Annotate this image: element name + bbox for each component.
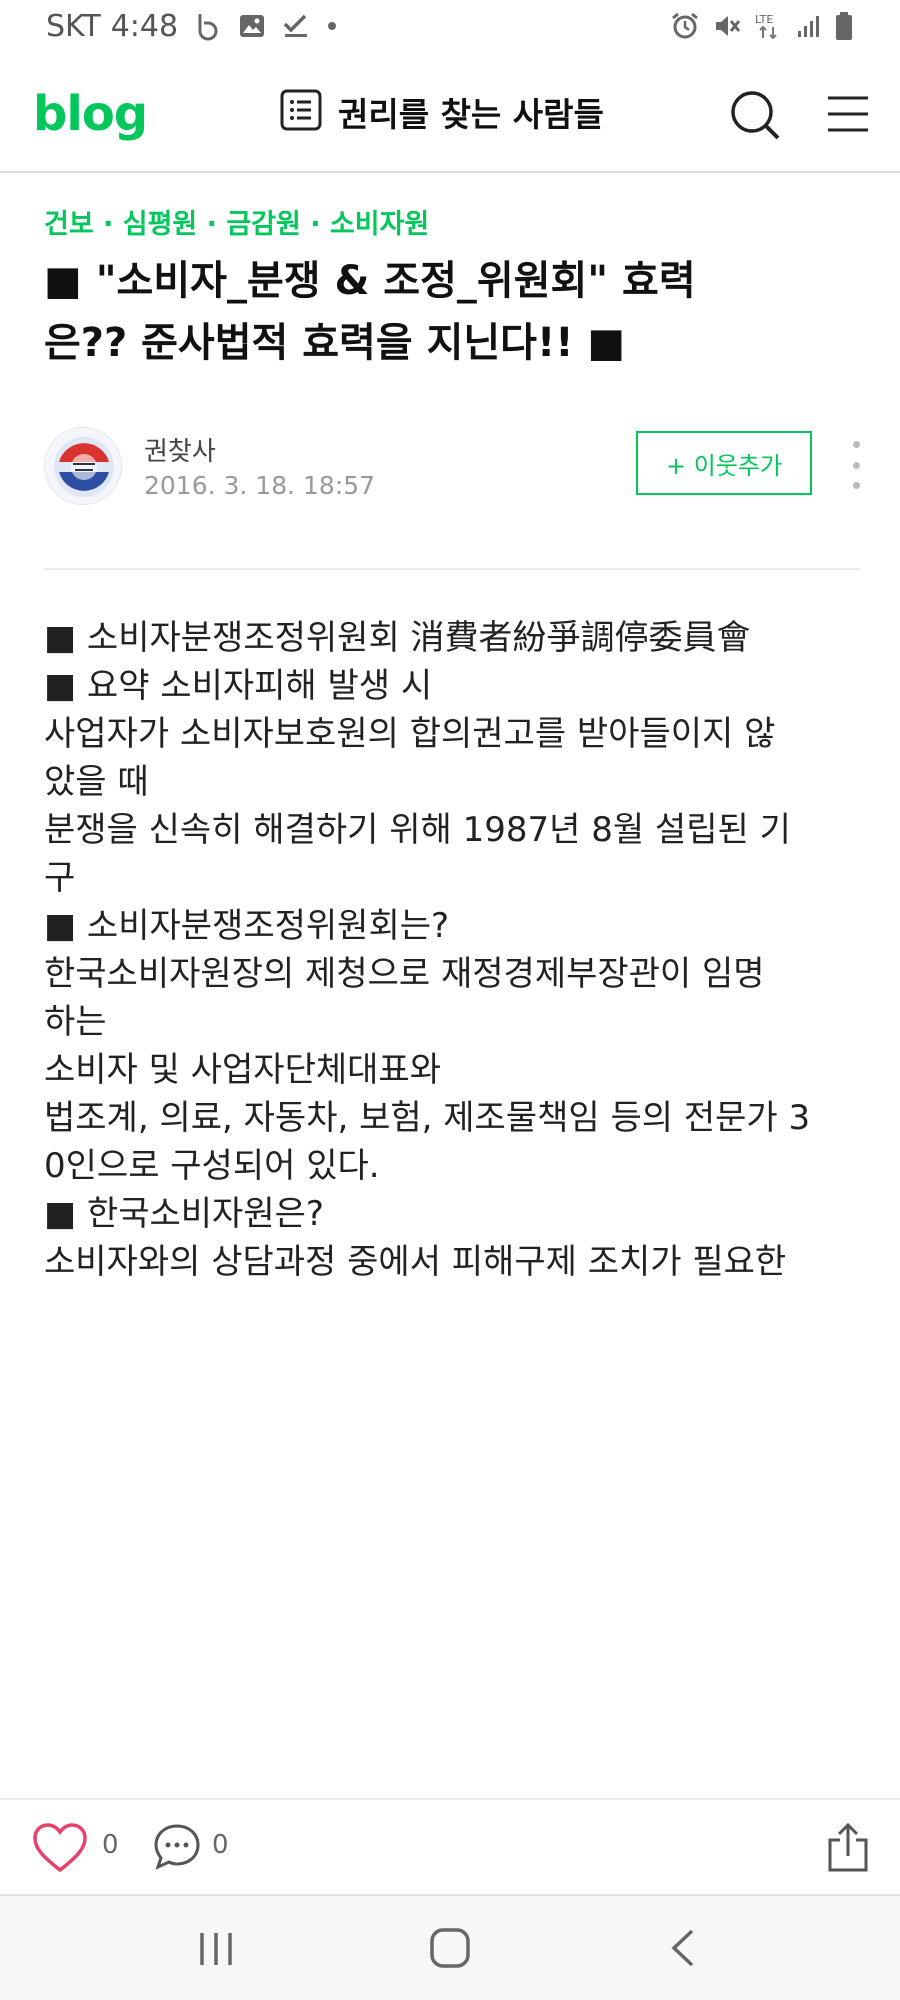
svg-text:LTE: LTE [755, 13, 773, 26]
heart-icon [33, 1823, 87, 1873]
post-category[interactable]: 건보 · 심평원 · 금감원 · 소비자원 [44, 202, 429, 241]
comment-count: 0 [212, 1830, 229, 1860]
body-paragraph: 소비자 및 사업자단체대표와 [44, 1050, 441, 1090]
time-label: 4:48 [110, 8, 179, 44]
body-paragraph: 법조계, 의료, 자동차, 보험, 제조물책임 등의 전문가 3 0인으로 구성… [44, 1098, 811, 1186]
like-count: 0 [102, 1830, 119, 1860]
blog-logo[interactable]: blog [33, 86, 148, 142]
more-dot [852, 441, 860, 448]
body-paragraph: ■ 소비자분쟁조정위원회 消費者紛爭調停委員會 [44, 618, 751, 658]
author-name[interactable]: 권찾사 [144, 431, 216, 468]
search-button[interactable] [730, 90, 782, 142]
post-action-bar: 0 0 [0, 1798, 900, 1896]
alarm-icon [670, 11, 700, 41]
status-bar: SKT 4:48 LTE [0, 0, 900, 52]
comment-button[interactable] [152, 1822, 202, 1872]
add-neighbor-button[interactable]: + 이웃추가 [636, 431, 812, 495]
body-paragraph: ■ 요약 소비자피해 발생 시 [44, 666, 433, 706]
app-header: blog 권리를 찾는 사람들 [0, 52, 900, 173]
post-title-line: ■ "소비자_분쟁 & 조정_위원회" 효력 [44, 258, 696, 304]
comment-icon [154, 1824, 200, 1870]
status-left: SKT 4:48 [46, 9, 338, 44]
post-date: 2016. 3. 18. 18:57 [144, 471, 376, 500]
more-options-button[interactable] [844, 441, 868, 489]
battery-icon [834, 11, 854, 41]
menu-icon [828, 96, 868, 132]
task-done-icon [282, 13, 310, 39]
blog-title-link[interactable]: 권리를 찾는 사람들 [280, 88, 604, 136]
dot-icon [326, 20, 338, 32]
body-paragraph: 분쟁을 신속히 해결하기 위해 1987년 8월 설립된 기 구 [44, 810, 791, 898]
body-paragraph: ■ 한국소비자원은? [44, 1194, 324, 1234]
band-app-icon [194, 11, 222, 41]
gallery-icon [238, 13, 266, 39]
nav-back-button[interactable] [668, 1928, 698, 1968]
post-body: ■ 소비자분쟁조정위원회 消費者紛爭調停委員會 ■ 요약 소비자피해 발생 시 … [44, 614, 864, 1794]
search-icon [731, 91, 780, 140]
more-dot [852, 461, 860, 469]
nav-recent-button[interactable] [196, 1930, 236, 1968]
status-right: LTE [670, 11, 854, 41]
body-paragraph: 소비자와의 상담과정 중에서 피해구제 조치가 필요한 [44, 1242, 787, 1282]
post-title-line: 은?? 준사법적 효력을 지닌다!! ■ [44, 320, 626, 366]
menu-button[interactable] [826, 92, 870, 136]
blog-title: 권리를 찾는 사람들 [338, 95, 604, 134]
signal-icon [796, 13, 822, 39]
post-title: ■ "소비자_분쟁 & 조정_위원회" 효력 은?? 준사법적 효력을 지닌다!… [44, 250, 864, 374]
avatar[interactable] [44, 427, 122, 505]
more-dot [852, 482, 860, 489]
lte-icon: LTE [754, 11, 784, 41]
body-paragraph: 한국소비자원장의 제청으로 재정경제부장관이 임명 하는 [44, 954, 765, 1042]
like-button[interactable] [32, 1822, 88, 1874]
nav-back-icon [671, 1929, 694, 1967]
system-nav-bar [0, 1896, 900, 2000]
share-icon [828, 1822, 868, 1872]
carrier-label: SKT [46, 8, 101, 44]
share-button[interactable] [826, 1822, 870, 1874]
body-paragraph: 사업자가 소비자보호원의 합의권고를 받아들이지 않 았을 때 [44, 714, 776, 802]
body-paragraph: ■ 소비자분쟁조정위원회는? [44, 906, 450, 946]
list-icon [280, 89, 322, 135]
nav-home-button[interactable] [428, 1926, 472, 1970]
author-row: 권찾사 2016. 3. 18. 18:57 + 이웃추가 [44, 427, 864, 511]
nav-recent-icon [200, 1933, 232, 1965]
divider [44, 568, 860, 570]
mute-icon [712, 11, 742, 41]
nav-home-icon [430, 1928, 470, 1968]
